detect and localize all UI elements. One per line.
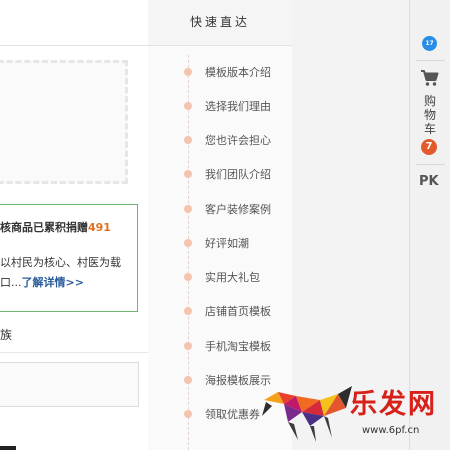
- quick-nav-item-label: 领取优惠券: [205, 408, 260, 421]
- quick-nav-title: 快速直达: [148, 0, 292, 46]
- quick-nav-item-label: 我们团队介绍: [205, 168, 271, 181]
- timeline-dot-icon: [184, 170, 192, 178]
- cart-label[interactable]: 购 物 车: [424, 94, 436, 136]
- quick-nav-item-label: 客户装修案例: [205, 203, 271, 216]
- polygon-bull-logo: [262, 386, 352, 442]
- quick-nav-item-label: 店铺首页模板: [205, 305, 271, 318]
- timeline-dot-icon: [184, 68, 192, 76]
- image-placeholder: [0, 60, 128, 184]
- quick-nav-item[interactable]: 领取优惠券: [184, 406, 260, 422]
- timeline-dot-icon: [184, 136, 192, 144]
- quick-nav-item[interactable]: 我们团队介绍: [184, 166, 271, 182]
- timeline-dot-icon: [184, 307, 192, 315]
- quick-nav-item[interactable]: 实用大礼包: [184, 269, 260, 285]
- timeline-line: [188, 55, 190, 450]
- info-text-line: 以村民为核心、村医为载: [0, 256, 121, 269]
- main-top-bar: [0, 0, 148, 46]
- cart-label-char: 购: [424, 94, 437, 108]
- donation-count: 491: [88, 221, 111, 234]
- toolbar-divider: [416, 164, 445, 165]
- quick-nav-item[interactable]: 选择我们理由: [184, 98, 271, 114]
- timeline-dot-icon: [184, 102, 192, 110]
- timeline-dot-icon: [184, 205, 192, 213]
- cart-label-char: 物: [424, 108, 437, 122]
- watermark: 乐发网 www.6pf.cn: [262, 378, 450, 450]
- quick-nav-item[interactable]: 手机淘宝模板: [184, 338, 271, 354]
- info-text-line-2: 口...了解详情>>: [0, 276, 84, 289]
- learn-more-link[interactable]: 了解详情>>: [22, 276, 84, 289]
- donation-text: 核商品已累积捐赠491: [0, 221, 111, 234]
- section-text: 族: [0, 328, 13, 342]
- cart-count-badge: 7: [421, 139, 437, 155]
- quick-nav-item-label: 选择我们理由: [205, 100, 271, 113]
- timeline-dot-icon: [184, 376, 192, 384]
- pk-button[interactable]: PK: [419, 174, 439, 189]
- quick-nav-item-label: 手机淘宝模板: [205, 340, 271, 353]
- watermark-text: 乐发网: [350, 389, 437, 420]
- quick-nav-item[interactable]: 店铺首页模板: [184, 303, 271, 319]
- main-content: 核商品已累积捐赠491 以村民为核心、村医为载 口...了解详情>> 族: [0, 0, 149, 450]
- quick-nav-item-label: 实用大礼包: [205, 271, 260, 284]
- quick-nav-item[interactable]: 您也许会担心: [184, 132, 271, 148]
- timeline-dot-icon: [184, 239, 192, 247]
- cart-label-char: 车: [424, 122, 437, 136]
- shopping-cart-icon[interactable]: [420, 68, 440, 88]
- quick-nav-item-label: 模板版本介绍: [205, 66, 271, 79]
- watermark-url: www.6pf.cn: [362, 425, 420, 436]
- timeline-dot-icon: [184, 273, 192, 281]
- quick-nav-item-label: 您也许会担心: [205, 134, 271, 147]
- divider: [0, 352, 148, 353]
- timeline-dot-icon: [184, 410, 192, 418]
- dark-element: [0, 446, 16, 450]
- quick-nav-item[interactable]: 客户装修案例: [184, 201, 271, 217]
- quick-nav-item[interactable]: 好评如潮: [184, 235, 249, 251]
- toolbar-divider: [416, 60, 445, 61]
- timeline-dot-icon: [184, 342, 192, 350]
- input-box[interactable]: [0, 362, 139, 407]
- quick-nav-item[interactable]: 海报模板展示: [184, 372, 271, 388]
- chat-bubble-icon[interactable]: 17: [422, 36, 437, 51]
- quick-nav-item[interactable]: 模板版本介绍: [184, 64, 271, 80]
- quick-nav-item-label: 好评如潮: [205, 237, 249, 250]
